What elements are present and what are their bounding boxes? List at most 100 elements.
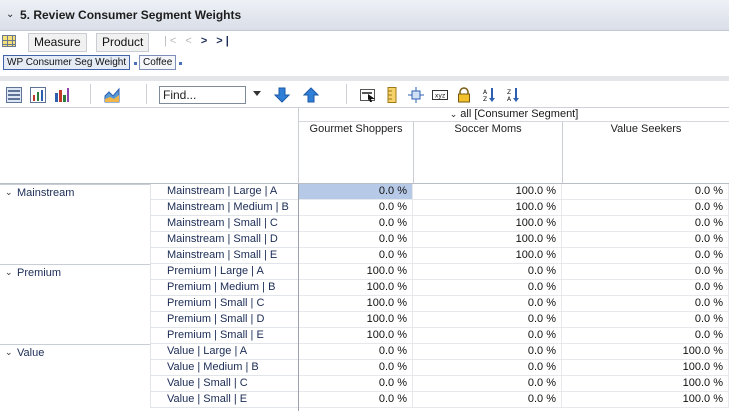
bar-chart-icon[interactable] xyxy=(54,87,70,103)
page-navigation: |< < > >| xyxy=(164,35,232,47)
table-view-icon[interactable] xyxy=(6,87,22,103)
grid-cell[interactable]: 0.0 % xyxy=(298,216,413,232)
grid-cell[interactable]: 0.0 % xyxy=(562,232,729,248)
grid-cell[interactable]: 0.0 % xyxy=(562,264,729,280)
chip-measure[interactable]: WP Consumer Seg Weight xyxy=(3,55,131,70)
nav-next-last-icon[interactable]: > >| xyxy=(201,35,232,47)
row-header-label[interactable]: Mainstream | Medium | B xyxy=(150,200,298,216)
area-chart-icon[interactable] xyxy=(104,87,120,103)
column-header-all[interactable]: ⌄ all [Consumer Segment] xyxy=(298,108,729,122)
grid-cell[interactable]: 100.0 % xyxy=(298,328,413,344)
grid-cell[interactable]: 100.0 % xyxy=(413,200,562,216)
svg-text:Z: Z xyxy=(507,89,511,96)
row-header-label[interactable]: Premium | Large | A xyxy=(150,264,298,280)
select-icon[interactable] xyxy=(360,87,376,103)
row-header-label[interactable]: Mainstream | Small | D xyxy=(150,232,298,248)
row-header-label[interactable]: Premium | Medium | B xyxy=(150,280,298,296)
grid-cell[interactable]: 100.0 % xyxy=(562,360,729,376)
grid-cell[interactable]: 100.0 % xyxy=(562,392,729,408)
grid-cell[interactable]: 0.0 % xyxy=(413,392,562,408)
grid-cell[interactable]: 100.0 % xyxy=(298,312,413,328)
sort-ascending-icon[interactable]: AZ xyxy=(480,87,496,103)
row-header-label[interactable]: Mainstream | Small | E xyxy=(150,248,298,264)
grid-cell[interactable]: 100.0 % xyxy=(413,248,562,264)
product-button[interactable]: Product xyxy=(96,33,150,52)
column-header-gourmet[interactable]: Gourmet Shoppers xyxy=(298,122,413,183)
grid-cell[interactable]: 0.0 % xyxy=(562,296,729,312)
grid-cell[interactable]: 0.0 % xyxy=(413,328,562,344)
grid-cell[interactable]: 0.0 % xyxy=(298,232,413,248)
table-row: Premium | Small | E 100.0 % 0.0 % 0.0 % xyxy=(0,328,729,344)
grid-cell[interactable]: 0.0 % xyxy=(413,344,562,360)
row-header-label[interactable]: Value | Large | A xyxy=(150,344,298,360)
column-header-value-seekers[interactable]: Value Seekers xyxy=(562,122,729,183)
row-header-label[interactable]: Value | Small | E xyxy=(150,392,298,408)
grid-cell[interactable]: 0.0 % xyxy=(413,264,562,280)
table-row: Mainstream | Small | C 0.0 % 100.0 % 0.0 % xyxy=(0,216,729,232)
grid-cell[interactable]: 0.0 % xyxy=(298,376,413,392)
find-input[interactable]: Find... xyxy=(159,86,246,104)
grid-cell[interactable]: 0.0 % xyxy=(562,200,729,216)
lock-icon[interactable] xyxy=(456,87,472,103)
grid-cell[interactable]: 0.0 % xyxy=(413,296,562,312)
grid-cell[interactable]: 100.0 % xyxy=(298,264,413,280)
grid-cell[interactable]: 100.0 % xyxy=(562,376,729,392)
chip-product[interactable]: Coffee xyxy=(139,55,177,70)
grid-cell[interactable]: 0.0 % xyxy=(298,392,413,408)
collapse-chevron-icon[interactable]: ⌄ xyxy=(450,109,458,119)
collapse-chevron-icon[interactable]: ⌄ xyxy=(6,9,14,20)
grid-cell[interactable]: 0.0 % xyxy=(298,344,413,360)
row-header-label[interactable]: Premium | Small | C xyxy=(150,296,298,312)
sort-descending-icon[interactable]: ZA xyxy=(504,87,520,103)
measure-button[interactable]: Measure xyxy=(28,33,87,52)
grid-cell[interactable]: 100.0 % xyxy=(298,280,413,296)
nav-first-prev-icon: |< < xyxy=(164,35,195,47)
grid-cell[interactable]: 0.0 % xyxy=(562,216,729,232)
svg-text:Z: Z xyxy=(483,96,487,103)
svg-text:A: A xyxy=(483,89,488,96)
data-grid: ⌄ all [Consumer Segment] Gourmet Shopper… xyxy=(0,108,729,411)
grid-cell[interactable]: 0.0 % xyxy=(298,200,413,216)
grid-cell[interactable]: 100.0 % xyxy=(413,232,562,248)
grid-cell[interactable]: 100.0 % xyxy=(298,296,413,312)
row-header-label[interactable]: Mainstream | Small | C xyxy=(150,216,298,232)
grid-cell[interactable]: 0.0 % xyxy=(562,248,729,264)
row-header-label[interactable]: Mainstream | Large | A xyxy=(150,184,298,200)
grid-cell[interactable]: 0.0 % xyxy=(562,312,729,328)
dimension-toolbar: Measure Product |< < > >| xyxy=(0,32,729,52)
xyz-icon[interactable]: xyz xyxy=(432,87,448,103)
grid-cell[interactable]: 0.0 % xyxy=(298,360,413,376)
grid-cell[interactable]: 100.0 % xyxy=(413,216,562,232)
panel-title-bar: ⌄ 5. Review Consumer Segment Weights xyxy=(0,0,729,31)
arrow-up-icon[interactable] xyxy=(303,87,319,103)
table-row: Value | Large | A 0.0 % 0.0 % 100.0 % xyxy=(0,344,729,360)
row-header-label[interactable]: Premium | Small | E xyxy=(150,328,298,344)
grid-cell[interactable]: 100.0 % xyxy=(413,184,562,200)
spread-icon[interactable] xyxy=(408,87,424,103)
row-header-label[interactable]: Value | Small | C xyxy=(150,376,298,392)
grid-cell[interactable]: 0.0 % xyxy=(413,376,562,392)
ruler-icon[interactable] xyxy=(384,87,400,103)
toolbar-separator xyxy=(346,84,347,104)
grid-cell[interactable]: 0.0 % xyxy=(413,280,562,296)
grid-icon[interactable] xyxy=(2,35,16,47)
column-header-soccer-moms[interactable]: Soccer Moms xyxy=(413,122,562,183)
chip-separator-icon xyxy=(134,62,137,65)
grid-cell[interactable]: 0.0 % xyxy=(413,360,562,376)
grid-cell[interactable]: 0.0 % xyxy=(562,280,729,296)
column-header-all-label: all [Consumer Segment] xyxy=(460,108,579,120)
find-dropdown-icon[interactable] xyxy=(253,91,261,96)
grid-cell[interactable]: 0.0 % xyxy=(562,328,729,344)
grid-cell[interactable]: 0.0 % xyxy=(298,184,413,200)
chart-table-icon[interactable] xyxy=(30,87,46,103)
grid-cell[interactable]: 0.0 % xyxy=(298,248,413,264)
svg-text:xyz: xyz xyxy=(435,93,445,100)
toolbar-separator xyxy=(90,84,91,104)
grid-cell[interactable]: 0.0 % xyxy=(413,312,562,328)
row-header-label[interactable]: Value | Medium | B xyxy=(150,360,298,376)
arrow-down-icon[interactable] xyxy=(274,87,290,103)
grid-cell[interactable]: 0.0 % xyxy=(562,184,729,200)
view-toolbar: Find... xyz AZ ZA xyxy=(0,81,729,108)
row-header-label[interactable]: Premium | Small | D xyxy=(150,312,298,328)
grid-cell[interactable]: 100.0 % xyxy=(562,344,729,360)
